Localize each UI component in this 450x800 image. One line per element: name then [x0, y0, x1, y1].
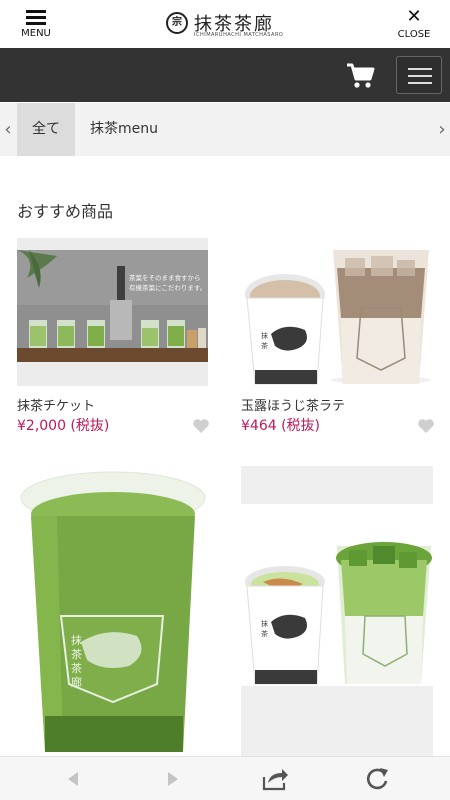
close-icon: ✕ — [406, 6, 422, 27]
close-button[interactable]: ✕ CLOSE — [392, 8, 436, 44]
heart-icon[interactable] — [417, 418, 435, 434]
svg-text:茶: 茶 — [261, 629, 268, 638]
product-name[interactable]: 玉露ほうじ茶ラテ — [241, 395, 345, 414]
menu-label: MENU — [21, 28, 51, 39]
heart-icon[interactable] — [192, 418, 210, 434]
svg-text:有機茶葉にこだわります。: 有機茶葉にこだわります。 — [129, 283, 206, 292]
product-name[interactable]: 抹茶チケット — [17, 395, 95, 414]
brand-logo[interactable]: 宗 抹茶茶廊 ICHIMARUHACHI MATCHASARO — [166, 10, 286, 40]
product-image-hojicha-latte[interactable]: 抹 茶 — [241, 238, 433, 386]
site-toolbar — [0, 48, 450, 102]
section-title: おすすめ商品 — [17, 202, 114, 221]
tabs-left-arrow-icon[interactable]: ‹ — [0, 103, 16, 156]
svg-text:茶葉をそのまま食すから: 茶葉をそのまま食すから — [129, 273, 201, 282]
product-image-matcha-pair[interactable]: 抹 茶 — [241, 466, 433, 756]
product-image-matcha-drink[interactable]: 抹 茶 茶 廊 — [17, 466, 208, 756]
menu-icon — [26, 10, 46, 25]
svg-text:茶: 茶 — [261, 341, 268, 350]
close-label: CLOSE — [397, 29, 431, 40]
svg-text:抹: 抹 — [71, 634, 82, 647]
product-price: ¥2,000 (税抜) — [17, 418, 110, 434]
back-arrow-icon[interactable] — [58, 765, 88, 793]
reload-icon[interactable] — [362, 765, 392, 793]
svg-text:茶: 茶 — [71, 648, 82, 661]
brand-romaji: ICHIMARUHACHI MATCHASARO — [194, 32, 284, 38]
svg-text:抹: 抹 — [261, 331, 268, 340]
share-icon[interactable] — [260, 765, 290, 793]
forward-arrow-icon[interactable] — [158, 765, 188, 793]
svg-text:廊: 廊 — [71, 675, 82, 689]
tab-all[interactable]: 全て — [17, 103, 75, 156]
product-image-matcha-ticket[interactable]: 茶葉をそのまま食すから 有機茶葉にこだわります。 — [17, 238, 208, 386]
brand-mark-icon: 宗 — [166, 12, 188, 34]
category-tabs: ‹ 全て 抹茶menu › — [0, 103, 450, 156]
tab-matcha-menu[interactable]: 抹茶menu — [90, 103, 158, 156]
product-price: ¥464 (税抜) — [241, 418, 321, 434]
svg-text:抹: 抹 — [261, 619, 268, 628]
cart-icon[interactable] — [346, 62, 376, 90]
top-header: MENU 宗 抹茶茶廊 ICHIMARUHACHI MATCHASARO ✕ C… — [0, 0, 450, 48]
svg-text:茶: 茶 — [71, 662, 82, 675]
menu-button[interactable]: MENU — [16, 8, 56, 44]
tabs-right-arrow-icon[interactable]: › — [434, 103, 450, 156]
browser-toolbar — [0, 756, 450, 800]
hamburger-icon[interactable] — [396, 56, 442, 94]
